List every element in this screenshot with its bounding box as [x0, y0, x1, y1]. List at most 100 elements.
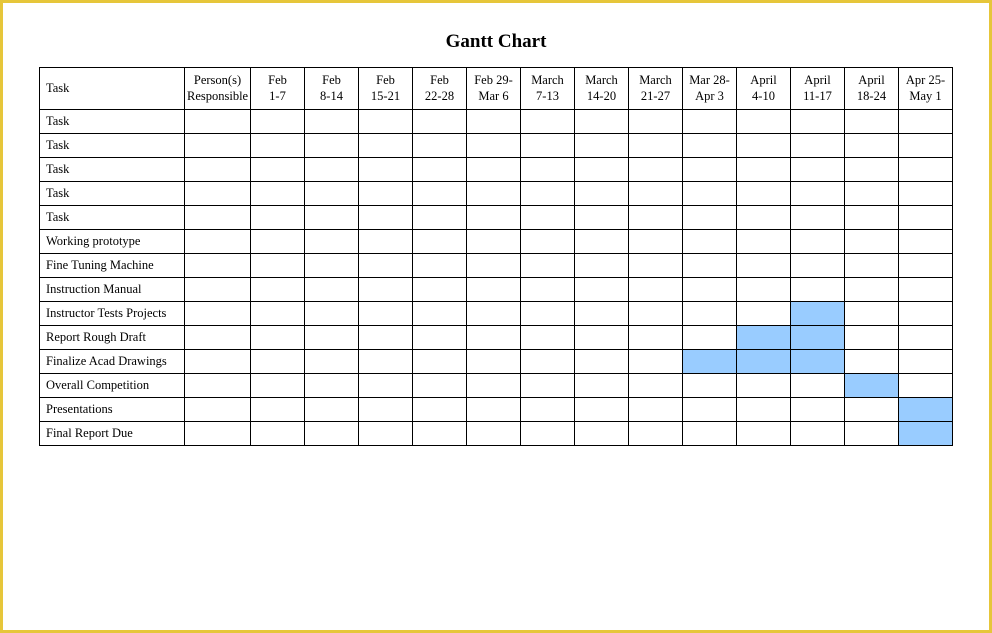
gantt-cell [413, 206, 467, 230]
gantt-cell [467, 398, 521, 422]
table-row: Task [40, 158, 953, 182]
gantt-cell [737, 254, 791, 278]
gantt-cell [521, 206, 575, 230]
table-header: Task Person(s) Responsible Feb1-7 Feb8-1… [40, 68, 953, 110]
table-row: Task [40, 110, 953, 134]
header-task: Task [40, 68, 185, 110]
gantt-cell [413, 398, 467, 422]
gantt-cell [845, 422, 899, 446]
task-person [185, 182, 251, 206]
table-row: Task [40, 182, 953, 206]
header-date-11: April18-24 [845, 68, 899, 110]
gantt-cell [737, 182, 791, 206]
gantt-cell [251, 422, 305, 446]
gantt-cell [899, 326, 953, 350]
gantt-cell [359, 182, 413, 206]
gantt-cell [359, 278, 413, 302]
table-row: Instruction Manual [40, 278, 953, 302]
gantt-cell [737, 302, 791, 326]
gantt-cell [359, 398, 413, 422]
gantt-cell [791, 398, 845, 422]
gantt-cell [305, 182, 359, 206]
gantt-cell [467, 134, 521, 158]
gantt-bar [791, 302, 845, 326]
gantt-cell [305, 254, 359, 278]
task-person [185, 206, 251, 230]
gantt-cell [575, 350, 629, 374]
task-person [185, 230, 251, 254]
gantt-cell [251, 110, 305, 134]
gantt-cell [683, 422, 737, 446]
gantt-bar [737, 326, 791, 350]
gantt-cell [575, 110, 629, 134]
gantt-cell [683, 326, 737, 350]
gantt-cell [791, 158, 845, 182]
gantt-cell [305, 374, 359, 398]
gantt-cell [845, 110, 899, 134]
gantt-cell [575, 374, 629, 398]
header-row: Task Person(s) Responsible Feb1-7 Feb8-1… [40, 68, 953, 110]
gantt-cell [413, 158, 467, 182]
gantt-cell [521, 278, 575, 302]
table-row: Task [40, 134, 953, 158]
gantt-bar [791, 350, 845, 374]
task-name: Task [40, 206, 185, 230]
gantt-cell [251, 206, 305, 230]
gantt-cell [629, 134, 683, 158]
gantt-cell [629, 110, 683, 134]
gantt-cell [251, 134, 305, 158]
gantt-cell [791, 278, 845, 302]
gantt-cell [251, 278, 305, 302]
gantt-cell [305, 302, 359, 326]
header-date-5: March7-13 [521, 68, 575, 110]
header-date-0: Feb1-7 [251, 68, 305, 110]
gantt-cell [899, 158, 953, 182]
gantt-cell [467, 350, 521, 374]
gantt-cell [683, 254, 737, 278]
gantt-cell [251, 374, 305, 398]
table-row: Finalize Acad Drawings [40, 350, 953, 374]
gantt-cell [629, 230, 683, 254]
task-person [185, 254, 251, 278]
gantt-cell [251, 350, 305, 374]
task-name: Overall Competition [40, 374, 185, 398]
gantt-cell [521, 110, 575, 134]
gantt-cell [251, 398, 305, 422]
gantt-cell [359, 302, 413, 326]
gantt-table: Task Person(s) Responsible Feb1-7 Feb8-1… [39, 67, 953, 446]
table-row: Overall Competition [40, 374, 953, 398]
gantt-cell [683, 206, 737, 230]
gantt-cell [845, 398, 899, 422]
gantt-cell [305, 278, 359, 302]
gantt-cell [791, 230, 845, 254]
task-name: Task [40, 158, 185, 182]
task-person [185, 350, 251, 374]
gantt-cell [413, 350, 467, 374]
gantt-cell [359, 254, 413, 278]
task-person [185, 422, 251, 446]
task-person [185, 158, 251, 182]
gantt-cell [251, 182, 305, 206]
header-date-3: Feb22-28 [413, 68, 467, 110]
gantt-cell [899, 134, 953, 158]
gantt-cell [467, 374, 521, 398]
gantt-cell [845, 302, 899, 326]
table-row: Presentations [40, 398, 953, 422]
gantt-cell [629, 326, 683, 350]
gantt-cell [575, 326, 629, 350]
gantt-cell [521, 230, 575, 254]
gantt-cell [845, 278, 899, 302]
gantt-cell [629, 374, 683, 398]
gantt-cell [683, 230, 737, 254]
gantt-cell [359, 206, 413, 230]
gantt-cell [737, 398, 791, 422]
page-title: Gantt Chart [39, 31, 953, 53]
gantt-cell [251, 230, 305, 254]
task-name: Instruction Manual [40, 278, 185, 302]
gantt-cell [413, 230, 467, 254]
gantt-bar [683, 350, 737, 374]
gantt-cell [251, 254, 305, 278]
gantt-cell [413, 422, 467, 446]
gantt-cell [467, 110, 521, 134]
gantt-cell [413, 254, 467, 278]
